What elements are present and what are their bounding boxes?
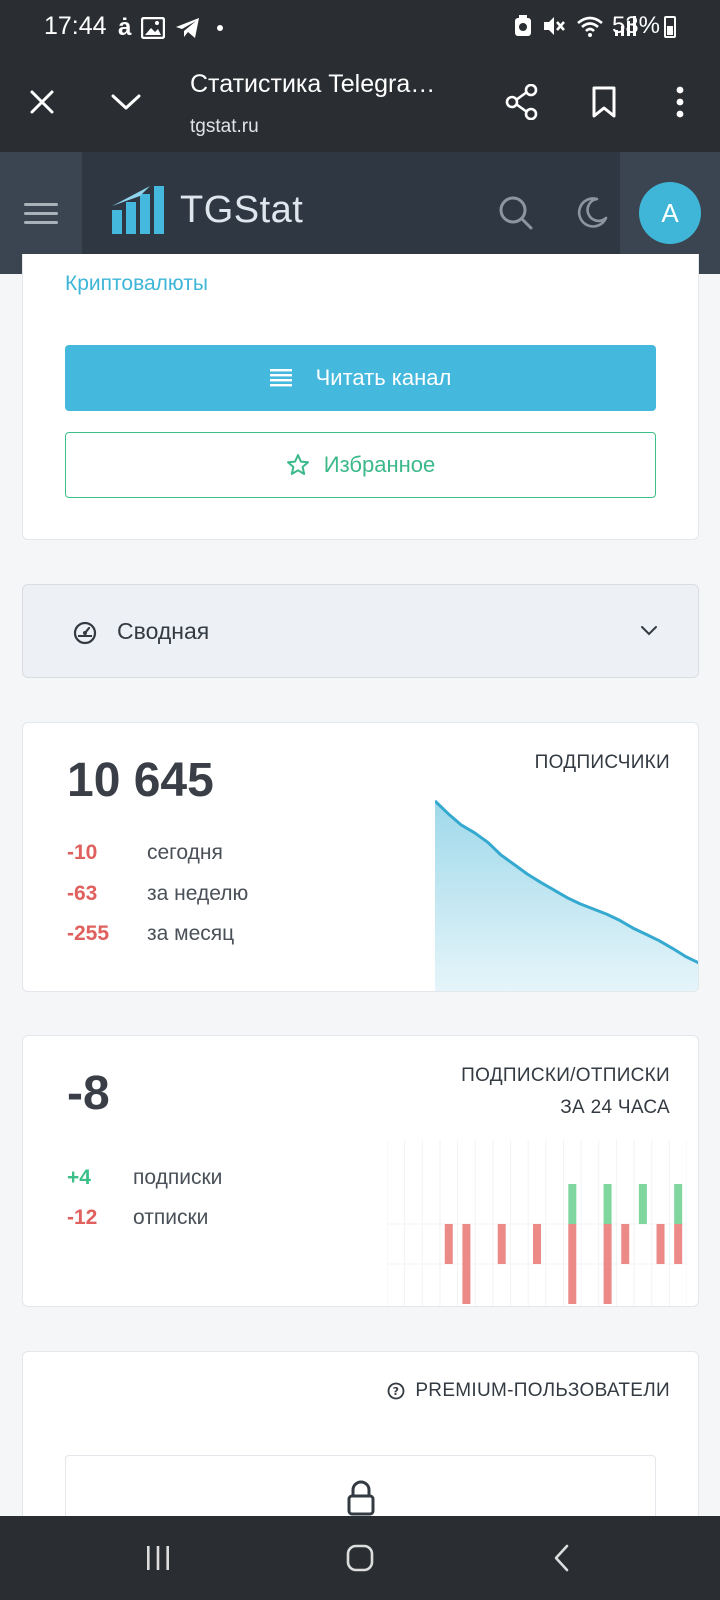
close-icon[interactable] [18,78,66,126]
stat-label: подписки [133,1166,223,1189]
unsubscribe-bar [603,1224,612,1304]
star-icon [286,454,309,475]
browser-page-title: Статистика Telegra… [190,70,436,98]
read-channel-label: Читать канал [315,365,452,390]
stat-value: +4 [67,1166,91,1189]
unsubscribe-bar [568,1224,577,1304]
daily-caption-line1: ПОДПИСКИ/ОТПИСКИ [461,1065,670,1086]
stat-row: -63 за неделю [67,882,248,906]
channel-actions-card: Криптовалюты Читать канал Избранное [22,254,699,540]
svg-text:?: ? [393,1385,400,1398]
summary-label: Сводная [117,618,210,644]
stat-row: -255 за месяц [67,922,234,946]
stat-row: -10 сегодня [67,841,223,865]
recents-icon[interactable] [138,1540,178,1576]
system-nav-bar [0,1516,720,1600]
moon-icon[interactable] [568,189,616,237]
chevron-down-icon[interactable] [102,78,150,126]
back-icon[interactable] [542,1540,582,1576]
favorite-label: Избранное [323,452,436,477]
subscribe-bar [638,1184,647,1224]
daily-net: -8 [67,1067,110,1120]
summary-dropdown[interactable]: Сводная [22,584,699,678]
daily-flow-card: -8 ПОДПИСКИ/ОТПИСКИ ЗА 24 ЧАСА +4 подпис… [22,1035,699,1307]
stat-value: -10 [67,841,98,864]
help-icon[interactable]: ? [387,1382,405,1400]
subscribers-card: 10 645 ПОДПИСЧИКИ -10 сегодня -63 за нед… [22,722,699,992]
category-link[interactable]: Криптовалюты [65,272,208,296]
list-icon [269,369,292,387]
wifi-icon [577,16,603,37]
stat-row: +4 подписки [67,1166,222,1190]
chevron-down-icon [641,626,657,636]
premium-caption: ? PREMIUM-ПОЛЬЗОВАТЕЛИ [387,1380,670,1402]
status-bar: 17:44 ȧ 53% [0,0,720,54]
gauge-icon [73,621,97,645]
home-icon[interactable] [340,1540,380,1576]
subscribers-total: 10 645 [67,754,214,807]
unsubscribe-bar [621,1224,630,1264]
logo-text: TGStat [180,188,304,231]
stat-value: -255 [67,922,110,945]
subscribers-chart [435,799,698,991]
image-icon [141,17,166,39]
subscribe-bar [674,1184,683,1224]
recycle-icon [515,15,531,36]
premium-caption-text: PREMIUM-ПОЛЬЗОВАТЕЛИ [415,1380,670,1401]
stat-label: отписки [133,1206,209,1229]
stat-value: -63 [67,882,98,905]
logo-bars-icon [112,186,164,234]
browser-toolbar: Статистика Telegra… tgstat.ru [0,54,720,152]
lock-icon [347,1480,375,1516]
dot-icon [217,25,224,31]
unsubscribe-bar [497,1224,506,1264]
tgstat-logo[interactable]: TGStat [110,184,303,236]
bookmark-icon[interactable] [580,78,628,126]
battery-percent: 53% [611,12,660,39]
subscribe-bar [603,1184,612,1224]
stat-value: -12 [67,1206,98,1229]
more-vert-icon[interactable] [656,78,704,126]
clock: 17:44 [44,12,107,40]
stat-label: за неделю [147,882,249,905]
daily-caption-line2: ЗА 24 ЧАСА [560,1097,670,1118]
share-icon[interactable] [498,78,546,126]
avatar[interactable]: A [639,182,701,244]
subscribers-caption: ПОДПИСЧИКИ [534,752,670,773]
read-channel-button[interactable]: Читать канал [65,345,656,411]
unsubscribe-bar [674,1224,683,1264]
unsubscribe-bar [444,1224,453,1264]
text-a-icon: ȧ [118,14,132,41]
daily-flow-chart [387,1140,687,1306]
stat-label: сегодня [147,841,223,864]
search-icon[interactable] [492,189,540,237]
mute-icon [544,17,565,35]
battery-icon [664,16,676,38]
unsubscribe-bar [462,1224,471,1304]
stat-label: за месяц [147,922,235,945]
telegram-icon [176,18,200,38]
favorite-button[interactable]: Избранное [65,432,656,498]
browser-url[interactable]: tgstat.ru [190,116,259,138]
subscribe-bar [568,1184,577,1224]
stat-row: -12 отписки [67,1206,208,1230]
unsubscribe-bar [656,1224,665,1264]
unsubscribe-bar [533,1224,541,1264]
